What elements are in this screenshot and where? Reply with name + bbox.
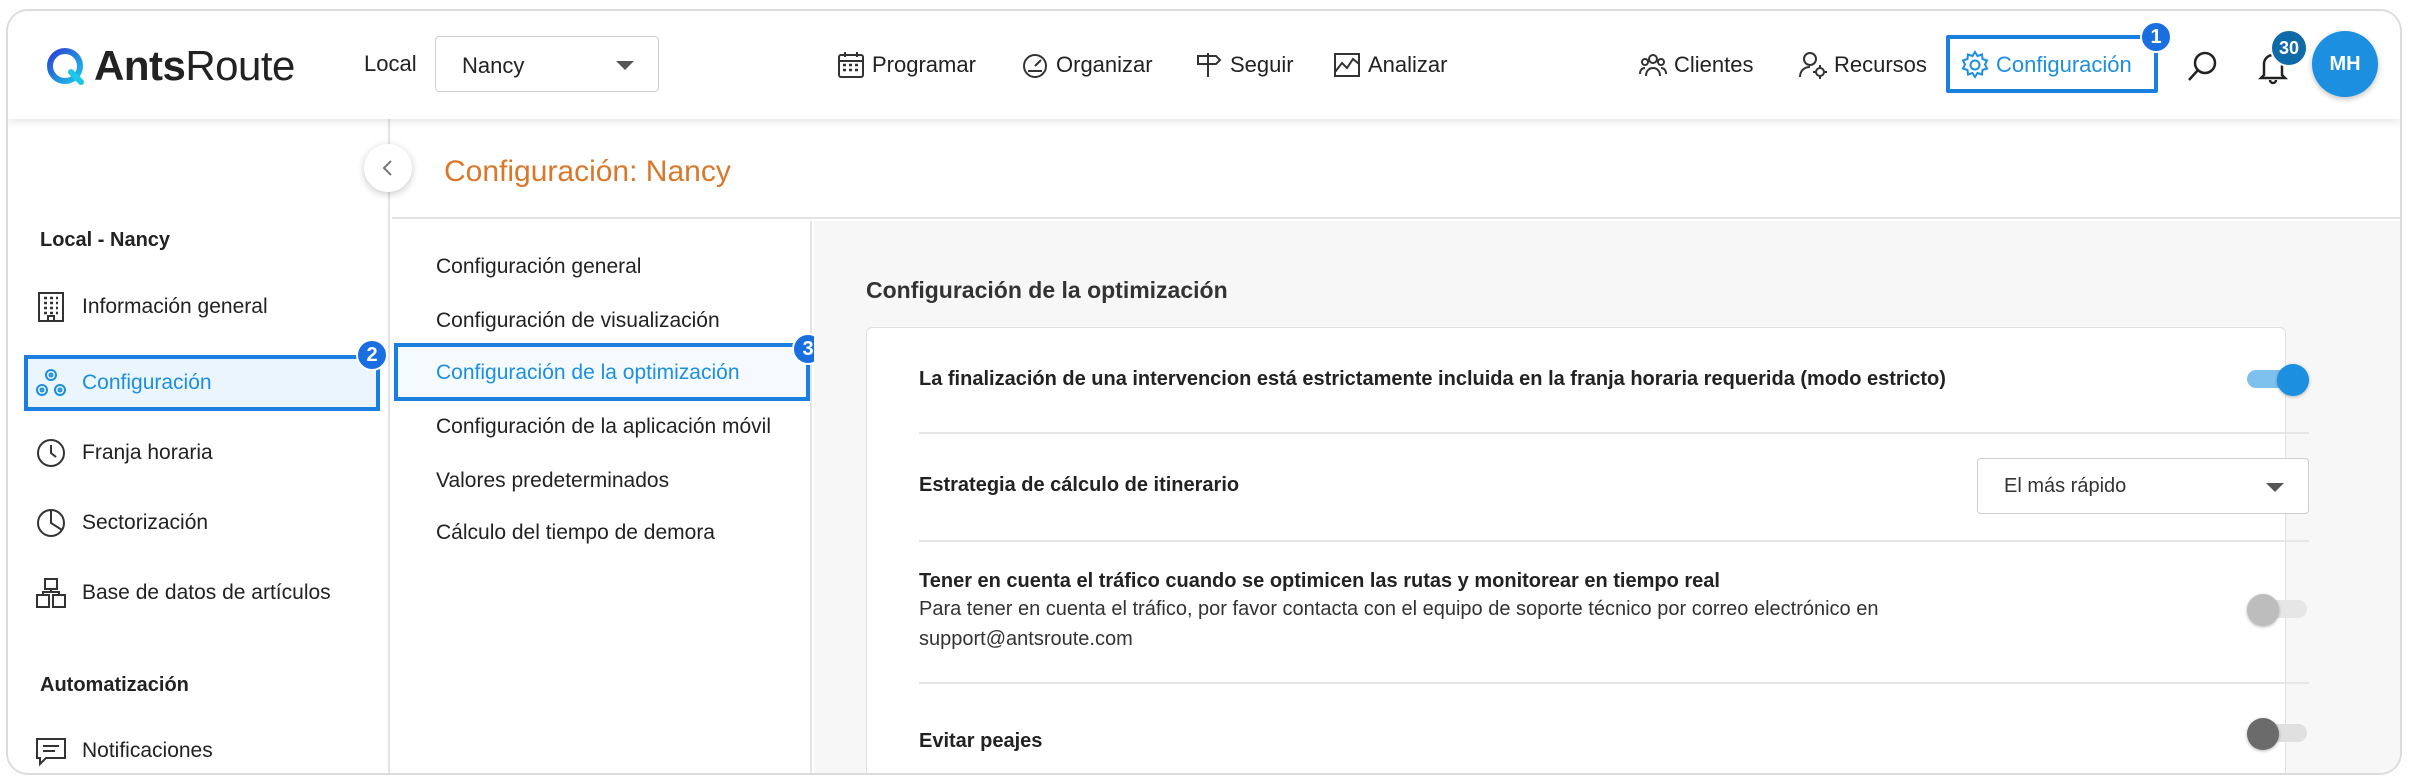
local-select[interactable]: Nancy [435,36,659,92]
toggle-knob [2277,364,2309,396]
logo-icon [47,48,84,85]
strategy-select[interactable]: El más rápido [1977,458,2309,514]
sidebar-item-base-articulos[interactable]: Base de datos de artículos [34,573,331,613]
sidebar-item-label: Configuración [82,371,212,394]
marker-2: 2 [356,339,388,371]
nav-recursos-label: Recursos [1834,52,1927,77]
sidebar-heading-local: Local - Nancy [40,229,171,251]
gears-icon [36,369,66,396]
chevron-down-icon [2266,483,2284,492]
nav-clientes-label: Clientes [1674,52,1754,77]
section-title: Configuración de la optimización [866,277,1228,303]
sidebar-item-notificaciones[interactable]: Notificaciones [34,731,213,771]
traffic-description: Para tener en cuenta el tráfico, por fav… [919,594,2079,654]
local-label: Local [364,51,417,76]
nav-analizar-label: Analizar [1368,52,1448,77]
pie-icon [37,509,65,537]
sidebar-item-label: Notificaciones [82,739,213,762]
nav-organizar[interactable]: Organizar [1020,47,1153,83]
support-email: support@antsroute.com [919,628,1133,650]
app-window: AntsRoute Local Nancy Programar Organiza… [6,9,2402,775]
divider [919,540,2309,542]
content-panel: Configuración de la optimización La fina… [814,221,2400,773]
subnav-item-optimizacion[interactable]: Configuración de la optimización [436,361,740,385]
local-select-value: Nancy [462,53,525,78]
toggle-knob [2247,718,2279,750]
subnav-item-valores[interactable]: Valores predeterminados [436,469,669,493]
divider [919,432,2309,434]
boxes-icon [36,578,66,608]
chart-icon [1334,53,1360,77]
strategy-select-value: El más rápido [2004,475,2127,497]
speedometer-icon [1023,54,1047,78]
nav-organizar-label: Organizar [1056,52,1153,77]
page-title: Configuración: Nancy [444,155,731,188]
collapse-sidebar-button[interactable] [364,144,412,192]
nav-analizar[interactable]: Analizar [1332,47,1447,83]
nav-programar-label: Programar [872,52,976,77]
tolls-toggle[interactable] [2247,718,2309,750]
nav-seguir-label: Seguir [1230,52,1294,77]
users-icon [1639,54,1667,77]
sidebar-item-sectorizacion[interactable]: Sectorización [34,503,208,543]
sidebar-item-configuracion[interactable]: Configuración [34,363,212,403]
divider [919,682,2309,684]
sidebar-item-label: Franja horaria [82,441,213,464]
user-gear-icon [1799,52,1827,79]
tolls-label: Evitar peajes [919,730,1043,752]
sidebar-item-label: Sectorización [82,511,209,534]
settings-card: La finalización de una intervencion está… [866,327,2309,773]
sidebar-item-label: Base de datos de artículos [82,581,331,604]
highlight-box-1 [1946,35,2158,93]
marker-1: 1 [2140,21,2172,53]
chevron-down-icon [616,61,634,70]
sidebar-item-franja-horaria[interactable]: Franja horaria [34,433,213,473]
building-icon [38,292,64,322]
traffic-toggle[interactable] [2247,594,2309,626]
antsroute-logo[interactable]: AntsRoute [44,38,295,94]
traffic-desc-line-1: Para tener en cuenta el tráfico, por fav… [919,598,1879,620]
message-icon [36,738,66,767]
toggle-knob [2247,594,2279,626]
sidebar-heading-automatizacion: Automatización [40,674,189,696]
title-bar: Configuración: Nancy [392,119,2400,219]
subnav-item-aplicacion-movil[interactable]: Configuración de la aplicación móvil [436,415,771,439]
strategy-label: Estrategia de cálculo de itinerario [919,474,1240,496]
sidebar-item-label: Información general [82,295,268,318]
nav-programar[interactable]: Programar [836,47,976,83]
nav-clientes[interactable]: Clientes [1638,47,1753,83]
subnav-item-visualizacion[interactable]: Configuración de visualización [436,309,720,333]
nav-recursos[interactable]: Recursos [1798,47,1927,83]
sidebar: Local - Nancy Información general Config… [8,119,390,773]
clock-icon [37,439,65,467]
avatar[interactable]: MH [2312,31,2378,97]
nav-seguir[interactable]: Seguir [1194,47,1294,83]
subnav-item-general[interactable]: Configuración general [436,255,641,279]
logo-text: AntsRoute [94,42,295,89]
chevron-left-icon [382,160,392,176]
sidebar-item-informacion-general[interactable]: Información general [34,287,268,327]
strict-mode-label: La finalización de una intervencion está… [919,368,1946,390]
calendar-icon [838,52,864,78]
subnav-item-tiempo-demora[interactable]: Cálculo del tiempo de demora [436,521,715,545]
signpost-icon [1197,53,1222,77]
search-icon[interactable] [2184,47,2222,85]
notification-badge: 30 [2270,29,2308,67]
top-header: AntsRoute Local Nancy Programar Organiza… [8,11,2400,119]
strict-mode-toggle[interactable] [2247,364,2309,396]
traffic-label: Tener en cuenta el tráfico cuando se opt… [919,570,1720,592]
settings-subnav: Configuración general Configuración de v… [392,221,824,773]
